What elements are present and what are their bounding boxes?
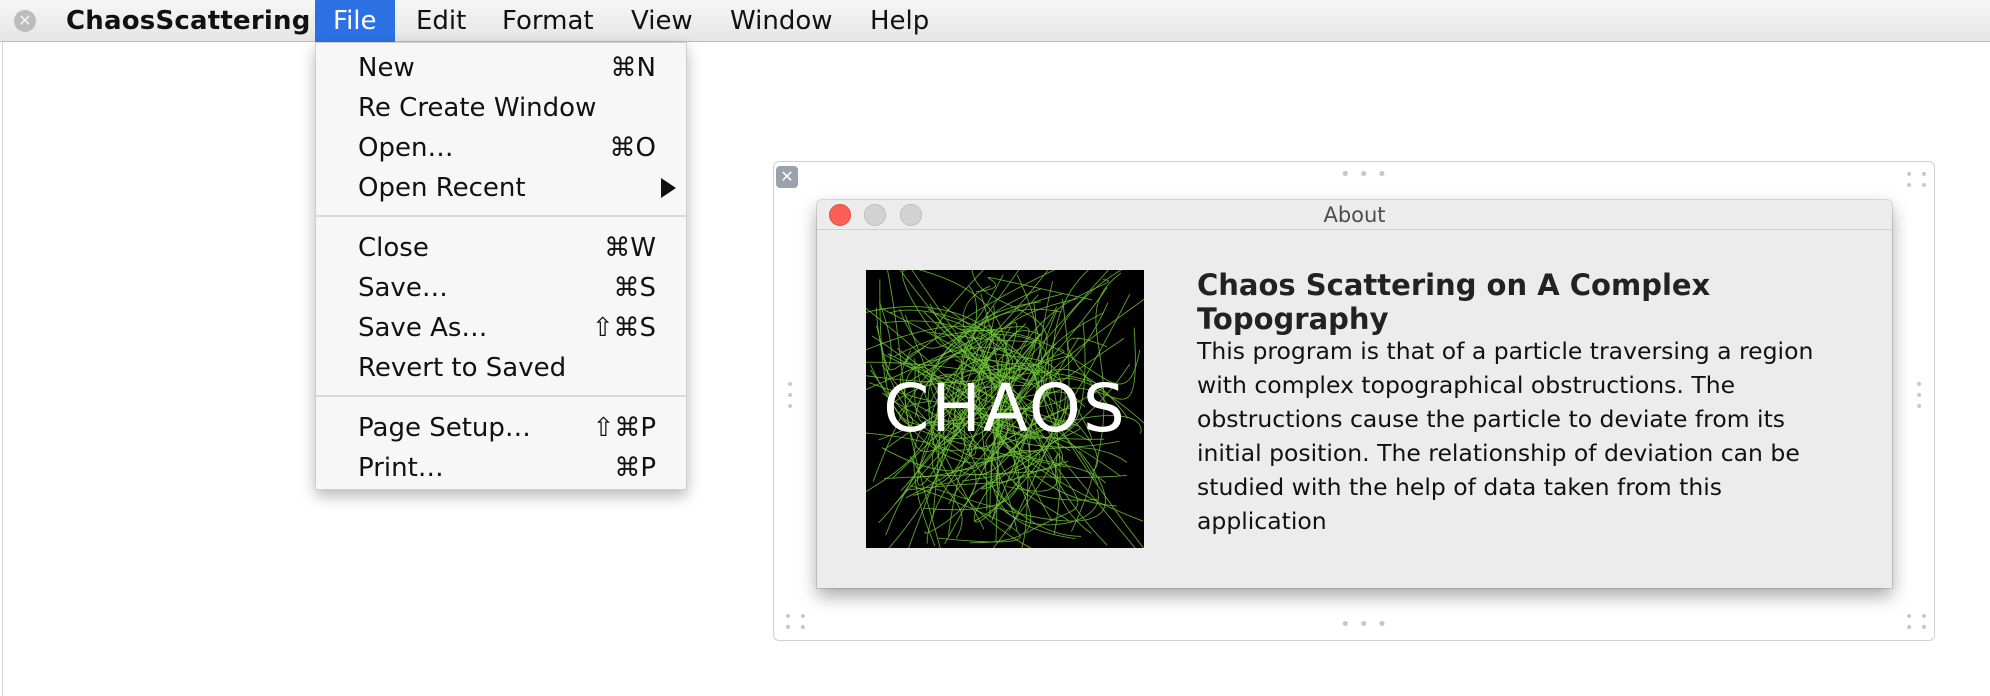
menu-separator — [316, 215, 686, 217]
resize-grip-top[interactable]: • • • — [1340, 166, 1388, 184]
logo-text: CHAOS — [883, 370, 1127, 447]
chaos-logo-image: CHAOS — [866, 270, 1144, 548]
about-titlebar[interactable]: About — [817, 200, 1892, 230]
shortcut-save-as: ⇧⌘S — [591, 313, 656, 343]
about-window: About CHAOS Chaos Scattering on A Comple… — [817, 200, 1892, 588]
app-name[interactable]: ChaosScattering — [66, 6, 311, 36]
shortcut-new: ⌘N — [610, 53, 656, 83]
resize-grip-left[interactable]: • • • — [786, 378, 794, 414]
resize-grip-right[interactable]: • • • — [1915, 378, 1923, 414]
shortcut-close: ⌘W — [604, 233, 656, 263]
menu-item-save[interactable]: Save… — [358, 269, 448, 307]
file-menu-dropdown: New ⌘N Re Create Window Open… ⌘O Open Re… — [315, 42, 687, 490]
resize-grip-top-right[interactable]: • • • • — [1905, 168, 1929, 193]
window-edge — [2, 42, 3, 696]
menu-item-new[interactable]: New — [358, 49, 415, 87]
menu-item-close[interactable]: Close — [358, 229, 429, 267]
shortcut-save: ⌘S — [613, 273, 656, 303]
menu-view[interactable]: View — [613, 0, 711, 42]
close-circle-icon[interactable]: ✕ — [14, 10, 36, 32]
resize-grip-bottom[interactable]: • • • — [1340, 616, 1388, 634]
triangle-right-icon — [661, 178, 676, 198]
menu-item-revert-to-saved[interactable]: Revert to Saved — [358, 349, 566, 387]
about-heading: Chaos Scattering on A Complex Topography — [1197, 268, 1711, 336]
window-title: About — [1323, 203, 1386, 227]
shortcut-open: ⌘O — [609, 133, 656, 163]
resize-grip-bottom-right[interactable]: • • • • — [1905, 610, 1929, 635]
shortcut-print: ⌘P — [614, 453, 656, 483]
menu-item-print[interactable]: Print… — [358, 449, 444, 487]
menu-item-save-as[interactable]: Save As… — [358, 309, 487, 347]
menu-format[interactable]: Format — [484, 0, 612, 42]
menu-item-page-setup[interactable]: Page Setup… — [358, 409, 531, 447]
menu-window[interactable]: Window — [712, 0, 851, 42]
menu-help[interactable]: Help — [852, 0, 947, 42]
menu-item-open[interactable]: Open… — [358, 129, 453, 167]
resize-grip-bottom-left[interactable]: • • • • — [784, 610, 808, 635]
menu-item-open-recent[interactable]: Open Recent — [358, 169, 526, 207]
menu-bar: ✕ ChaosScattering File Edit Format View … — [0, 0, 1990, 42]
menu-separator — [316, 395, 686, 397]
menu-item-re-create-window[interactable]: Re Create Window — [358, 89, 596, 127]
close-box-icon[interactable]: ✕ — [776, 166, 798, 188]
menu-file[interactable]: File — [315, 0, 395, 42]
screen: ✕ ChaosScattering File Edit Format View … — [0, 0, 1990, 696]
about-description: This program is that of a particle trave… — [1197, 337, 1814, 535]
menu-edit[interactable]: Edit — [398, 0, 484, 42]
shortcut-page-setup: ⇧⌘P — [592, 413, 656, 443]
